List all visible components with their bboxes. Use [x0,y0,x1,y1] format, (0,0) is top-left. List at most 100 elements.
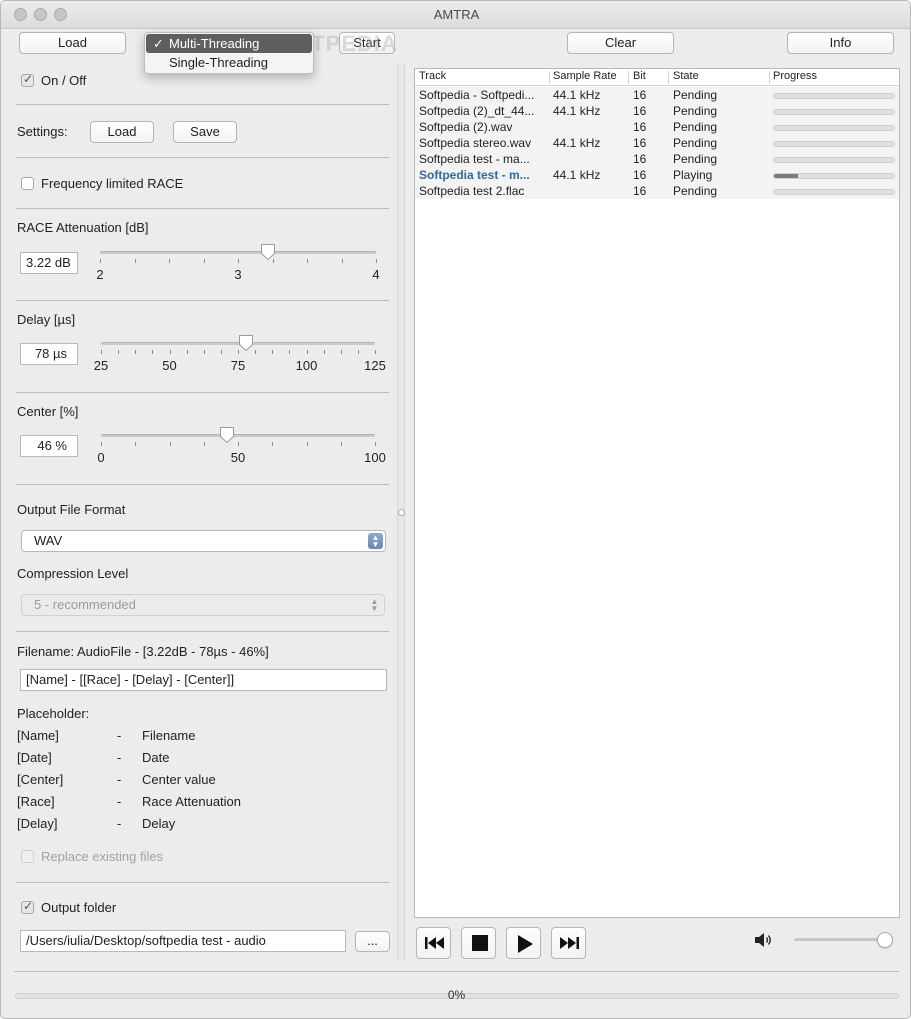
slider-tick [203,259,205,263]
previous-track-button[interactable] [416,927,451,959]
slider-tick [340,442,342,446]
cell-track: Softpedia test - m... [419,168,530,182]
divider [16,300,389,301]
track-progress-bar [773,109,895,115]
filename-preview: Filename: AudioFile - [3.22dB - 78µs - 4… [17,644,269,659]
output-folder-checkbox[interactable] [21,899,34,914]
slider-tick-label: 50 [230,450,246,465]
split-pane-divider[interactable] [397,63,405,961]
settings-load-button[interactable]: Load [90,121,154,143]
select-arrows-icon: ▲ ▼ [370,597,379,613]
column-header-state[interactable]: State [673,70,699,82]
slider-tick [306,442,308,446]
race-slider-track[interactable] [100,251,376,254]
track-progress-bar [773,189,895,195]
column-header-bit[interactable]: Bit [633,70,646,82]
center-field[interactable]: 46 % [20,435,78,457]
info-button[interactable]: Info [787,32,894,54]
filename-pattern-field[interactable]: [Name] - [[Race] - [Delay] - [Center]] [20,669,387,691]
race-attenuation-field[interactable]: 3.22 dB [20,252,78,274]
center-slider-knob[interactable] [219,426,235,444]
track-progress-bar [773,157,895,163]
settings-save-button[interactable]: Save [173,121,237,143]
clear-button[interactable]: Clear [567,32,674,54]
placeholder-title: Placeholder: [17,706,90,721]
cell-track: Softpedia - Softpedi... [419,88,535,102]
track-progress-bar [773,173,895,179]
frequency-limited-race-label: Frequency limited RACE [41,176,184,191]
center-slider-track[interactable] [101,434,375,437]
placeholder-dash: - [117,750,122,765]
slider-tick [169,259,170,263]
slider-tick [375,442,376,446]
placeholder-dash: - [117,728,122,743]
placeholder-key: [Delay] [17,816,58,831]
replace-existing-label: Replace existing files [41,849,164,864]
column-separator [549,71,550,84]
slider-tick [272,442,274,446]
table-row[interactable]: Softpedia (2)_dt_44... 44.1 kHz 16 Pending [415,103,899,119]
output-folder-path-field[interactable]: /Users/iulia/Desktop/softpedia test - au… [20,930,346,952]
track-progress-bar [773,141,895,147]
on-off-checkbox[interactable] [21,72,34,87]
frequency-limited-race-checkbox[interactable] [21,177,34,190]
cell-bit: 16 [633,184,647,198]
column-separator [668,71,669,84]
play-button[interactable] [506,927,541,959]
stop-button[interactable] [461,927,496,959]
splitter-handle-icon[interactable] [398,509,405,516]
menu-item-single-threading[interactable]: Single-Threading [146,53,312,72]
app-window: AMTRA Load Start Clear Info On / Off Set… [0,0,911,1019]
slider-tick [135,442,137,446]
column-header-sample-rate[interactable]: Sample Rate [553,70,617,82]
track-table: Track Sample Rate Bit State Progress Sof… [414,68,900,918]
output-format-select[interactable]: WAV ▲ ▼ [21,530,386,552]
placeholder-key: [Date] [17,750,52,765]
race-attenuation-label: RACE Attenuation [dB] [17,220,149,235]
column-header-track[interactable]: Track [419,70,446,82]
placeholder-dash: - [117,794,122,809]
next-track-button[interactable] [551,927,586,959]
delay-slider-knob[interactable] [238,334,254,352]
browse-folder-button[interactable]: ... [355,931,390,952]
cell-state: Playing [673,168,713,182]
divider [16,882,389,883]
cell-state: Pending [673,136,718,150]
cell-rate: 44.1 kHz [553,136,601,150]
column-separator [628,71,629,84]
table-row[interactable]: Softpedia (2).wav 16 Pending [415,119,899,135]
delay-label: Delay [µs] [17,312,76,327]
load-files-button[interactable]: Load [19,32,126,54]
cell-track: Softpedia (2).wav [419,120,513,134]
race-slider-knob[interactable] [260,243,276,261]
settings-label: Settings: [17,124,68,139]
volume-slider-track[interactable] [794,938,886,941]
table-row[interactable]: Softpedia stereo.wav 44.1 kHz 16 Pending [415,135,899,151]
cell-rate: 44.1 kHz [553,168,601,182]
menu-item-multi-threading[interactable]: ✓ Multi-Threading [146,34,312,53]
menu-item-label: Multi-Threading [169,36,260,51]
placeholder-key: [Race] [17,794,55,809]
delay-field[interactable]: 78 µs [20,343,78,365]
replace-existing-checkbox[interactable] [21,850,34,863]
table-row[interactable]: Softpedia - Softpedi... 44.1 kHz 16 Pending [415,87,899,103]
slider-tick [272,350,274,354]
table-row[interactable]: Softpedia test - ma... 16 Pending [415,151,899,167]
threading-menu: ✓ Multi-Threading Single-Threading [144,32,314,74]
table-row[interactable]: Softpedia test - m... 44.1 kHz 16 Playing [415,167,899,183]
cell-rate: 44.1 kHz [553,88,601,102]
slider-tick [238,442,239,446]
progress-fill [774,174,798,178]
overall-progress-text: 0% [447,988,466,1002]
column-header-progress[interactable]: Progress [773,70,817,82]
slider-tick [101,350,102,354]
cell-track: Softpedia (2)_dt_44... [419,104,535,118]
placeholder-desc: Date [142,750,170,765]
slider-tick [134,259,136,263]
slider-tick [238,259,239,263]
table-row[interactable]: Softpedia test 2.flac 16 Pending [415,183,899,199]
slider-tick-label: 100 [295,358,318,373]
slider-tick-label: 50 [162,358,177,373]
volume-slider-knob[interactable] [877,932,893,948]
compression-level-select[interactable]: 5 - recommended ▲ ▼ [21,594,385,616]
